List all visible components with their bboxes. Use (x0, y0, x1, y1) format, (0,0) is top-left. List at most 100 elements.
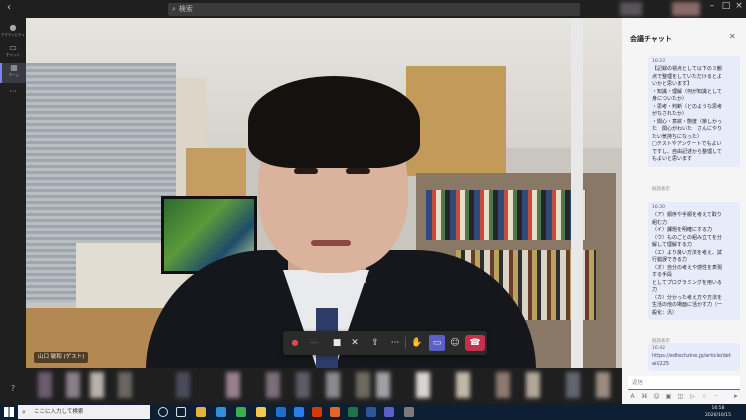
message-line: 組む力 (652, 219, 668, 226)
more-options-icon[interactable]: ··· (387, 335, 403, 351)
clock-date: 2020/10/15 (705, 413, 731, 418)
message-line: た 関心がわいた さんにやり (652, 126, 723, 132)
participant-thumbnail[interactable] (566, 372, 580, 398)
message-line: たい気持ちになった） (652, 133, 703, 140)
participant-thumbnail[interactable] (496, 372, 510, 398)
meet-icon[interactable]: ▷ (688, 392, 697, 402)
participant-thumbnail[interactable] (226, 372, 240, 398)
app-icon[interactable] (404, 407, 414, 417)
participant-thumbnail[interactable] (66, 372, 80, 398)
message-line: ですし、自由記述から整理して (652, 148, 722, 155)
message-line: がなされたか） (652, 111, 688, 117)
participant-thumbnail[interactable] (266, 372, 280, 398)
rail-item-activity[interactable]: ● アクティビティ (0, 23, 26, 43)
participant-thumbnail[interactable] (326, 372, 340, 398)
message-line: 力 (652, 287, 658, 293)
participant-thumbnail[interactable] (596, 372, 610, 398)
message-line: ・関心・意欲・態度（楽しかっ (652, 118, 723, 125)
format-icon[interactable]: A (628, 392, 637, 402)
rail-item-teams[interactable]: ▦ チーム (0, 63, 26, 83)
recording-icon: ● (291, 338, 299, 347)
participant-thumbnail[interactable] (90, 372, 104, 398)
taskbar-search[interactable]: ⌕ ここに入力して検索 (18, 405, 150, 419)
cortana-icon[interactable] (158, 407, 168, 417)
participant-thumbnail[interactable] (38, 372, 52, 398)
start-icon[interactable] (4, 407, 14, 417)
attach-icon[interactable]: ⌘ (640, 392, 649, 402)
chat-message: 16:30 （ア）順序や手順を考えて取り 組む力 （イ）課題を明確にする力 （ウ… (648, 202, 740, 320)
message-line: 【記録の視点として以下の３観 (652, 66, 722, 72)
message-line: 般化：汎） (652, 309, 678, 316)
gif-icon[interactable]: ▣ (664, 392, 673, 402)
participant-thumbnail[interactable] (376, 372, 390, 398)
profile-blur[interactable] (672, 2, 700, 16)
search-input[interactable]: ⌕ 検索 (168, 3, 580, 16)
participant-thumbnail[interactable] (118, 372, 132, 398)
powerpoint-icon[interactable] (312, 407, 322, 417)
close-chat-icon[interactable]: ✕ (729, 32, 736, 41)
share-screen-icon[interactable]: ⇪ (367, 335, 383, 351)
firefox-icon[interactable] (330, 407, 340, 417)
edge-icon[interactable] (216, 407, 226, 417)
message-line: （エ）より良い方法を考え、試 (652, 249, 722, 256)
explorer-icon[interactable] (256, 407, 266, 417)
back-arrow-icon[interactable]: ‹ (7, 2, 11, 13)
participant-thumbnail[interactable] (356, 372, 370, 398)
separator (405, 337, 406, 349)
more-apps-icon[interactable]: ··· (0, 87, 26, 107)
avatar-blur (620, 2, 642, 16)
chat-message: 16:42 https://edtechzine.jp/article/det … (648, 343, 740, 371)
chat-toggle-icon[interactable]: ▭ (429, 335, 445, 351)
chrome-icon[interactable] (196, 407, 206, 417)
message-line: （カ）分かった考え方や方法を (652, 294, 723, 301)
message-time: 16:42 (652, 346, 665, 351)
message-link[interactable]: ail/225 (652, 361, 736, 369)
search-icon: ⌕ (22, 408, 26, 416)
participant-thumbnail[interactable] (296, 372, 310, 398)
call-timer: --:-- (309, 340, 319, 346)
teams-icon: ▦ (10, 63, 18, 72)
close-window-icon[interactable]: × (733, 1, 745, 16)
minimize-icon[interactable]: – (706, 1, 718, 16)
sticker-icon[interactable]: ◫ (676, 392, 685, 402)
participant-thumbnail[interactable] (526, 372, 540, 398)
system-clock[interactable]: 16:58 2020/10/15 (696, 405, 740, 419)
search-icon: ⌕ (172, 5, 176, 13)
message-line: （ア）順序や手順を考えて取り (652, 212, 722, 218)
camera-icon[interactable]: ■ (329, 335, 345, 351)
mail-icon[interactable] (294, 407, 304, 417)
message-time: 16:23 (652, 59, 665, 64)
praise-icon[interactable]: ♢ (700, 392, 709, 402)
emoji-icon[interactable]: ☺ (652, 392, 661, 402)
participant-thumbnail[interactable] (176, 372, 190, 398)
task-view-icon[interactable] (176, 407, 186, 417)
message-link[interactable]: https://edtechzine.jp/article/det (652, 353, 736, 361)
participant-thumbnail[interactable] (456, 372, 470, 398)
maximize-icon[interactable]: □ (720, 1, 732, 16)
participant-strip (26, 368, 622, 404)
message-line: 生活の他の場面に活かす力（一 (652, 302, 723, 308)
video-feed: 山口 敏和 (ゲスト) (26, 18, 622, 368)
message-line: する手段 (652, 272, 673, 278)
send-icon[interactable]: ➤ (731, 392, 740, 402)
excel-icon[interactable] (348, 407, 358, 417)
participant-thumbnail[interactable] (416, 372, 430, 398)
teams-taskbar-icon[interactable] (384, 407, 394, 417)
store-icon[interactable] (276, 407, 286, 417)
app-icon[interactable] (236, 407, 246, 417)
participants-icon[interactable]: ☺ (447, 335, 463, 351)
participant-label: 山口 敏和 (ゲスト) (34, 352, 89, 363)
message-line: いかと思います】 (652, 81, 693, 87)
more-tools-icon[interactable]: ·· (712, 392, 721, 402)
meeting-chat-panel: 会議チャット ✕ 16:23 【記録の視点として以下の３観 点で整理をしていただ… (622, 18, 746, 404)
message-line: □テストやアンケートでもよい (652, 141, 722, 147)
title-bar: ‹ ⌕ 検索 – □ × (0, 0, 746, 18)
raise-hand-icon[interactable]: ✋ (409, 335, 425, 351)
rail-item-chat[interactable]: ▭ チャット (0, 43, 26, 63)
chat-message: 16:23 【記録の視点として以下の３観 点で整理をしていただけるとよ いかと思… (648, 56, 740, 167)
word-icon[interactable] (366, 407, 376, 417)
mic-off-icon[interactable]: ✕ (347, 335, 363, 351)
reply-input[interactable]: 返信 (628, 376, 740, 390)
help-icon[interactable]: ? (0, 384, 26, 404)
hang-up-button[interactable]: ☎ (465, 335, 485, 351)
